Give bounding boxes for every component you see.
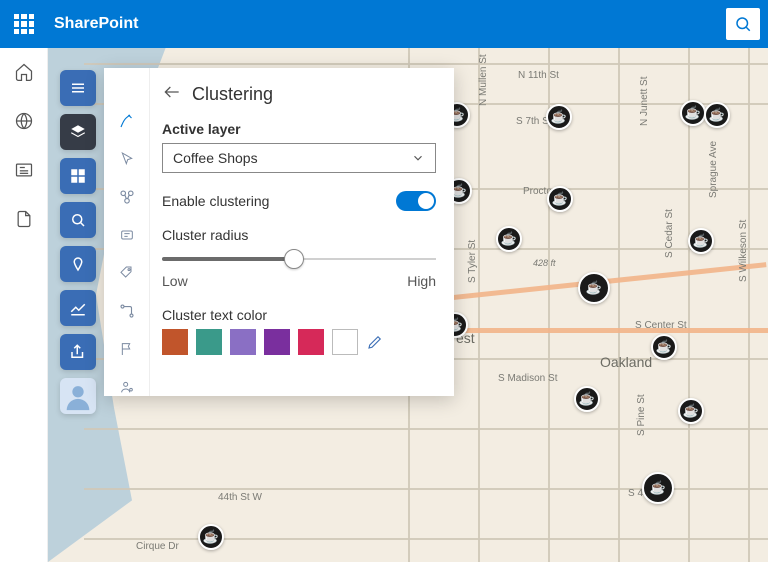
street-label: S Wilkeson St bbox=[738, 220, 749, 282]
chevron-down-icon bbox=[411, 151, 425, 165]
map-pin[interactable]: ☕ bbox=[680, 100, 706, 126]
nav-news[interactable] bbox=[14, 160, 34, 185]
pointer-icon[interactable] bbox=[118, 150, 136, 168]
slider-high-label: High bbox=[407, 273, 436, 289]
map-pin[interactable]: ☕ bbox=[642, 472, 674, 504]
place-label: Oakland bbox=[600, 354, 652, 370]
color-swatch[interactable] bbox=[298, 329, 324, 355]
map-pin[interactable]: ☕ bbox=[496, 226, 522, 252]
map-canvas[interactable]: N 11th St S 7th St Proctor St S Madison … bbox=[48, 48, 768, 562]
back-button[interactable] bbox=[162, 82, 182, 107]
panel-title: Clustering bbox=[192, 84, 273, 105]
active-layer-select[interactable]: Coffee Shops bbox=[162, 143, 436, 173]
nav-home[interactable] bbox=[14, 62, 34, 87]
enable-clustering-label: Enable clustering bbox=[162, 193, 269, 209]
tool-account[interactable] bbox=[60, 378, 96, 414]
active-layer-value: Coffee Shops bbox=[173, 150, 258, 166]
app-launcher-icon[interactable] bbox=[8, 8, 40, 40]
cluster-radius-label: Cluster radius bbox=[162, 227, 436, 243]
map-pin[interactable]: ☕ bbox=[688, 228, 714, 254]
street-label: 44th St W bbox=[218, 492, 262, 503]
color-swatch[interactable] bbox=[196, 329, 222, 355]
map-pin[interactable]: ☕ bbox=[547, 186, 573, 212]
street-label: Cirque Dr bbox=[136, 541, 179, 552]
map-pin[interactable]: ☕ bbox=[651, 334, 677, 360]
street-label: S Cedar St bbox=[664, 209, 675, 258]
map-pin[interactable]: ☕ bbox=[198, 524, 224, 550]
style-draw-icon[interactable] bbox=[118, 112, 136, 130]
tool-menu[interactable] bbox=[60, 70, 96, 106]
tool-analytics[interactable] bbox=[60, 290, 96, 326]
street-label: S Tyler St bbox=[467, 240, 478, 283]
street-label: Sprague Ave bbox=[708, 141, 719, 198]
map-pin[interactable]: ☕ bbox=[546, 104, 572, 130]
map-pin[interactable]: ☕ bbox=[574, 386, 600, 412]
distance-label: 428 ft bbox=[533, 258, 556, 268]
enable-clustering-toggle[interactable] bbox=[396, 191, 436, 211]
active-layer-label: Active layer bbox=[162, 121, 436, 137]
brand-title: SharePoint bbox=[54, 15, 138, 33]
flag-icon[interactable] bbox=[118, 340, 136, 358]
color-swatches bbox=[162, 329, 436, 355]
tool-layers[interactable] bbox=[60, 114, 96, 150]
arrow-left-icon bbox=[162, 82, 182, 102]
street-label: S Madison St bbox=[498, 373, 557, 384]
street-label: S Pine St bbox=[636, 394, 647, 436]
map-toolbar bbox=[60, 70, 96, 414]
street-label: N Mullen St bbox=[478, 54, 489, 106]
street-label: S Center St bbox=[635, 320, 687, 331]
map-pin[interactable]: ☕ bbox=[678, 398, 704, 424]
tool-filter[interactable] bbox=[60, 246, 96, 282]
color-swatch[interactable] bbox=[264, 329, 290, 355]
pencil-icon bbox=[366, 333, 384, 351]
search-icon bbox=[734, 15, 752, 33]
label-icon[interactable] bbox=[118, 226, 136, 244]
cluster-radius-slider[interactable] bbox=[162, 249, 436, 269]
route-icon[interactable] bbox=[118, 302, 136, 320]
street-label: N 11th St bbox=[518, 70, 559, 81]
nav-global[interactable] bbox=[14, 111, 34, 136]
tool-basemap[interactable] bbox=[60, 158, 96, 194]
color-swatch[interactable] bbox=[162, 329, 188, 355]
street-label: N Junett St bbox=[639, 77, 650, 126]
cluster-icon[interactable] bbox=[118, 188, 136, 206]
search-button[interactable] bbox=[726, 8, 760, 40]
app-header: SharePoint bbox=[0, 0, 768, 48]
cluster-text-color-label: Cluster text color bbox=[162, 307, 436, 323]
panel-tool-strip bbox=[104, 68, 150, 396]
tag-icon[interactable] bbox=[118, 264, 136, 282]
slider-low-label: Low bbox=[162, 273, 188, 289]
tool-search[interactable] bbox=[60, 202, 96, 238]
custom-color-button[interactable] bbox=[366, 333, 384, 351]
map-pin[interactable]: ☕ bbox=[578, 272, 610, 304]
nav-files[interactable] bbox=[14, 209, 34, 234]
map-pin[interactable]: ☕ bbox=[704, 102, 730, 128]
color-swatch[interactable] bbox=[332, 329, 358, 355]
person-pin-icon[interactable] bbox=[118, 378, 136, 396]
left-nav bbox=[0, 48, 48, 562]
clustering-panel: Clustering Active layer Coffee Shops Ena… bbox=[104, 68, 454, 396]
color-swatch[interactable] bbox=[230, 329, 256, 355]
tool-share[interactable] bbox=[60, 334, 96, 370]
